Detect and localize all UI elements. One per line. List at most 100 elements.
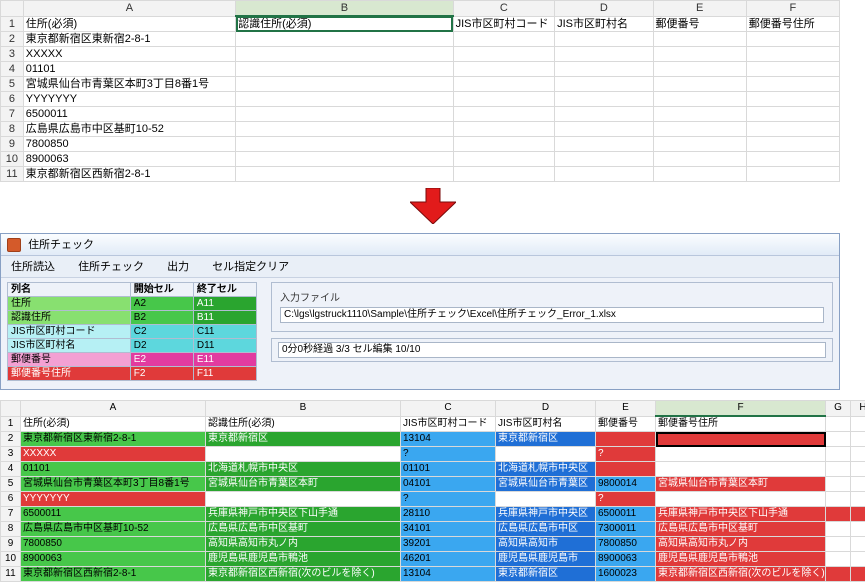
cell[interactable]	[453, 92, 555, 107]
cell[interactable]: 鹿児島県鹿児島市	[496, 552, 596, 567]
cell[interactable]	[746, 152, 839, 167]
cell[interactable]	[496, 492, 596, 507]
cell[interactable]: 東京都新宿区西新宿2-8-1	[21, 567, 206, 582]
cell[interactable]: 13104	[401, 432, 496, 447]
cell[interactable]: 宮城県仙台市青葉区本町	[206, 477, 401, 492]
cell[interactable]	[236, 32, 454, 47]
cell[interactable]	[826, 507, 851, 522]
cell[interactable]	[555, 62, 653, 77]
cell[interactable]	[236, 47, 454, 62]
cell[interactable]	[746, 137, 839, 152]
cell[interactable]: ?	[401, 492, 496, 507]
col-header[interactable]: D	[555, 1, 653, 17]
cell[interactable]: JIS市区町村コード	[453, 16, 555, 32]
cell[interactable]	[453, 152, 555, 167]
cell[interactable]	[496, 447, 596, 462]
cell[interactable]	[653, 152, 746, 167]
col-header[interactable]: D	[496, 401, 596, 417]
row-header[interactable]: 3	[1, 447, 21, 462]
cell[interactable]	[555, 32, 653, 47]
cell[interactable]: 鹿児島県鹿児島市鴨池	[656, 552, 826, 567]
cell[interactable]	[656, 462, 826, 477]
cell[interactable]	[555, 122, 653, 137]
cell[interactable]: 東京都新宿区西新宿2-8-1	[23, 167, 235, 182]
cell[interactable]	[453, 107, 555, 122]
cell[interactable]	[236, 107, 454, 122]
cfg-cell[interactable]: F2	[130, 367, 193, 381]
col-header[interactable]: H	[851, 401, 865, 417]
cell[interactable]	[746, 77, 839, 92]
cell[interactable]	[453, 62, 555, 77]
cell[interactable]	[206, 447, 401, 462]
row-header[interactable]: 5	[1, 477, 21, 492]
col-header[interactable]: B	[206, 401, 401, 417]
cell[interactable]	[236, 122, 454, 137]
row-header[interactable]: 3	[1, 47, 24, 62]
row-header[interactable]: 1	[1, 16, 24, 32]
cell[interactable]: 広島県広島市中区	[496, 522, 596, 537]
cfg-cell[interactable]: C11	[193, 325, 256, 339]
cell[interactable]	[653, 122, 746, 137]
cell[interactable]: ?	[596, 447, 656, 462]
cfg-cell[interactable]: JIS市区町村名	[8, 339, 131, 353]
cell[interactable]: 01101	[21, 462, 206, 477]
input-file-path[interactable]	[280, 307, 824, 323]
cell[interactable]	[746, 47, 839, 62]
cell[interactable]: 郵便番号	[653, 16, 746, 32]
cell[interactable]	[236, 77, 454, 92]
cell[interactable]	[453, 167, 555, 182]
cell[interactable]: 鹿児島県鹿児島市鴨池	[206, 552, 401, 567]
cell[interactable]	[746, 92, 839, 107]
cell[interactable]: 6500011	[21, 507, 206, 522]
cell[interactable]: 東京都新宿区	[496, 567, 596, 582]
cell[interactable]	[555, 137, 653, 152]
cell[interactable]	[653, 167, 746, 182]
cell[interactable]: 7800850	[596, 537, 656, 552]
cell[interactable]	[746, 122, 839, 137]
cfg-cell[interactable]: D11	[193, 339, 256, 353]
cell[interactable]	[826, 537, 851, 552]
cell[interactable]: 28110	[401, 507, 496, 522]
row-header[interactable]: 11	[1, 567, 21, 582]
cell[interactable]: 宮城県仙台市青葉区本町3丁目8番1号	[21, 477, 206, 492]
menu-load[interactable]: 住所読込	[1, 256, 65, 278]
row-header[interactable]: 9	[1, 137, 24, 152]
row-header[interactable]: 5	[1, 77, 24, 92]
cell[interactable]	[851, 492, 865, 507]
cell[interactable]	[236, 137, 454, 152]
cell[interactable]	[826, 567, 851, 582]
cell[interactable]	[851, 447, 865, 462]
cell[interactable]: 7300011	[596, 522, 656, 537]
menu-clear[interactable]: セル指定クリア	[202, 256, 299, 278]
cell[interactable]: 13104	[401, 567, 496, 582]
cell[interactable]: 6500011	[23, 107, 235, 122]
col-header[interactable]: A	[21, 401, 206, 417]
cell[interactable]	[555, 77, 653, 92]
cell[interactable]	[656, 447, 826, 462]
cell[interactable]	[826, 462, 851, 477]
cell[interactable]: 高知県高知市丸ノ内	[656, 537, 826, 552]
row-header[interactable]: 6	[1, 92, 24, 107]
cell[interactable]	[851, 522, 865, 537]
cell[interactable]	[555, 152, 653, 167]
row-header[interactable]: 1	[1, 416, 21, 432]
cell[interactable]: 広島県広島市中区基町10-52	[21, 522, 206, 537]
row-header[interactable]: 11	[1, 167, 24, 182]
cell[interactable]	[653, 62, 746, 77]
cell[interactable]	[453, 137, 555, 152]
cell[interactable]	[826, 522, 851, 537]
col-header[interactable]: C	[401, 401, 496, 417]
col-header[interactable]: F	[746, 1, 839, 17]
cell[interactable]	[236, 62, 454, 77]
cell[interactable]: 東京都新宿区	[496, 432, 596, 447]
cell[interactable]: ?	[596, 492, 656, 507]
cell[interactable]: 住所(必須)	[23, 16, 235, 32]
cell[interactable]	[746, 62, 839, 77]
row-header[interactable]: 6	[1, 492, 21, 507]
cell[interactable]: 宮城県仙台市青葉区本町	[656, 477, 826, 492]
cell[interactable]: 8900063	[23, 152, 235, 167]
cell[interactable]: 兵庫県神戸市中央区	[496, 507, 596, 522]
cfg-cell[interactable]: B11	[193, 311, 256, 325]
cell[interactable]: 郵便番号	[596, 416, 656, 432]
cell[interactable]	[236, 152, 454, 167]
